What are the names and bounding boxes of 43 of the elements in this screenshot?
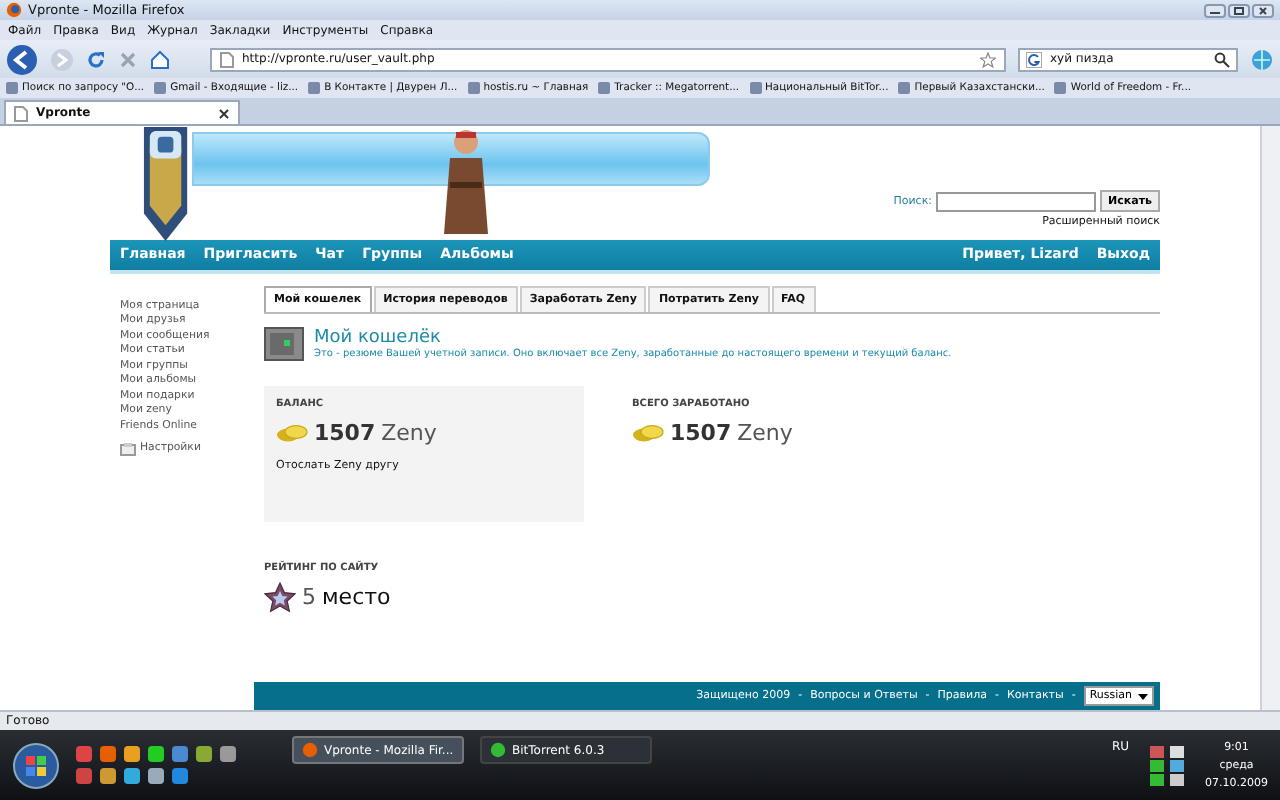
bookmark-icon (1054, 82, 1067, 94)
google-icon[interactable] (1026, 51, 1042, 67)
close-icon[interactable] (1252, 3, 1274, 17)
bookmark-icon (898, 82, 911, 94)
bookmark-icon (598, 82, 611, 94)
rating-place: 5 (302, 584, 316, 611)
reload-icon[interactable] (86, 49, 106, 69)
coins-icon (276, 423, 308, 442)
currency-label: Zeny (381, 419, 437, 446)
bookmark-icon (308, 82, 321, 94)
star-icon[interactable] (980, 51, 996, 67)
minimize-icon[interactable] (1204, 3, 1226, 17)
bookmark-icon (749, 82, 762, 94)
globe-icon[interactable] (1250, 47, 1274, 71)
bookmark-icon (6, 82, 18, 94)
shield-logo-drawing (140, 126, 192, 246)
page-icon (14, 105, 28, 121)
settings-icon (120, 442, 136, 457)
currency-label: Zeny (737, 419, 793, 446)
close-icon[interactable] (218, 107, 230, 119)
amount-value: 1507 (670, 419, 732, 446)
start-button-icon[interactable] (12, 741, 60, 789)
home-icon[interactable] (150, 49, 170, 69)
rating-unit: место (322, 584, 391, 611)
star-icon (264, 581, 296, 614)
page-icon (220, 51, 234, 67)
tray-icons-drawing (1145, 743, 1189, 787)
bookmark-icon (467, 82, 480, 94)
amount-value: 1507 (314, 419, 376, 446)
page-title: Мой кошелёк (314, 327, 443, 348)
firefox-icon (6, 2, 22, 18)
maximize-icon[interactable] (1228, 3, 1250, 17)
coins-icon (632, 423, 664, 442)
app-icon (302, 742, 318, 758)
caret-icon (1138, 693, 1148, 700)
scrollbar[interactable] (1260, 126, 1280, 710)
back-icon[interactable] (6, 43, 38, 75)
character-drawing (440, 126, 492, 238)
safe-icon (264, 325, 304, 362)
bookmark-icon (154, 82, 167, 94)
app-icon (490, 742, 506, 758)
search-icon[interactable] (1214, 51, 1230, 67)
search-field[interactable] (936, 191, 1097, 211)
